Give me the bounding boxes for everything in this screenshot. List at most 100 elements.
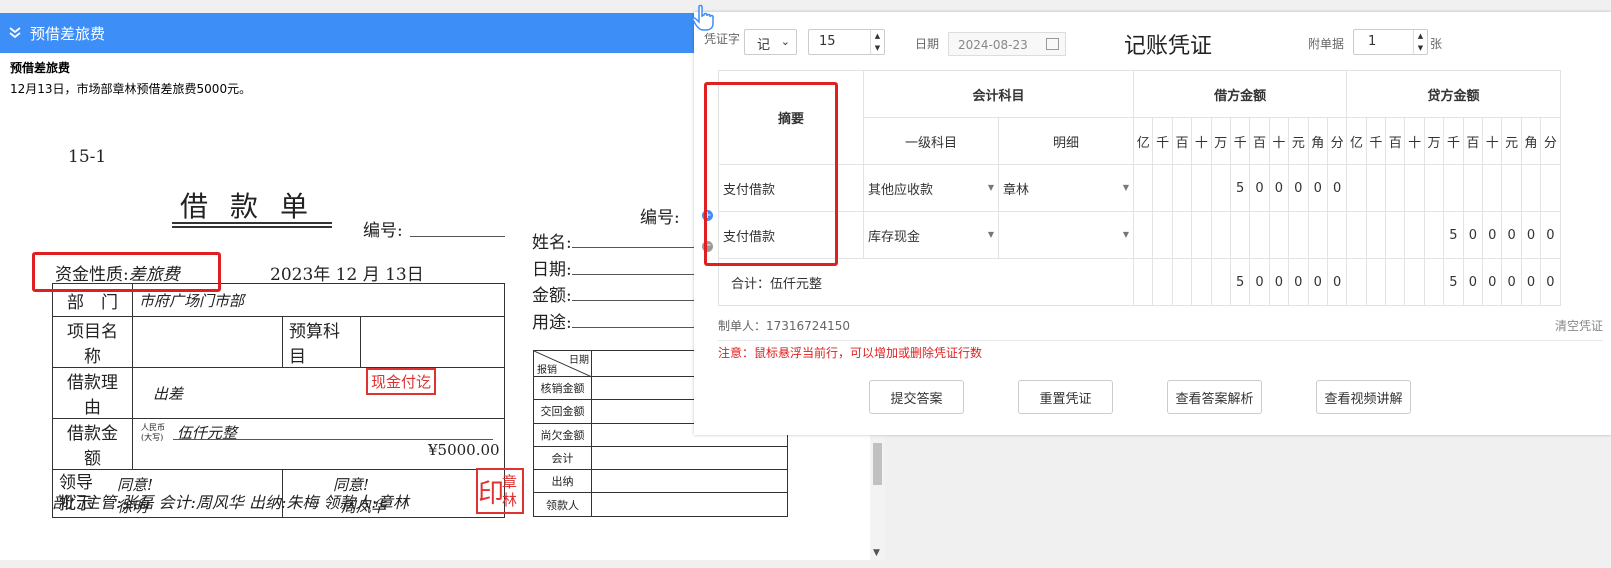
debit-digit-cell[interactable] [1210,211,1231,259]
credit-digit-cell[interactable]: 0 [1462,211,1484,259]
credit-digit-cell[interactable] [1404,164,1425,212]
credit-digit-cell[interactable] [1404,211,1425,259]
total-credit-cell[interactable] [1346,258,1367,306]
debit-digit-cell[interactable] [1191,164,1212,212]
debit-digit-cell[interactable]: 0 [1326,164,1348,212]
credit-digit-cell[interactable] [1462,164,1484,212]
diag-header: 日期 报销 [533,350,592,377]
debit-digit-cell[interactable] [1132,211,1154,259]
credit-digit-cell[interactable] [1385,211,1406,259]
dropdown-arrow-icon[interactable]: ▼ [988,183,994,192]
debit-digit-cell[interactable]: 5 [1229,164,1251,212]
total-debit-cell[interactable]: 0 [1268,258,1290,306]
credit-digit-cell[interactable] [1346,211,1367,259]
total-credit-cell[interactable] [1404,258,1425,306]
credit-digit-cell[interactable] [1482,164,1503,212]
total-debit-cell[interactable]: 0 [1288,258,1309,306]
clear-voucher-link[interactable]: 清空凭证 [1555,317,1603,334]
credit-digit-cell[interactable]: 5 [1443,211,1464,259]
dropdown-arrow-icon[interactable]: ▼ [988,230,994,239]
col-level1: 一级科目 [863,117,999,165]
detail-select[interactable]: 章林 ▼ [998,164,1134,212]
total-debit-cell[interactable] [1132,258,1154,306]
total-credit-cell[interactable]: 0 [1482,258,1503,306]
dropdown-arrow-icon[interactable]: ▼ [1123,183,1129,192]
debit-digit-cell[interactable] [1249,211,1270,259]
total-debit-cell[interactable]: 0 [1326,258,1348,306]
debit-digit-cell[interactable]: 0 [1288,164,1309,212]
voucher-row[interactable]: 支付借款 库存现金 ▼ ▼ 500000 [718,211,1561,259]
debit-digit-cell[interactable] [1171,164,1193,212]
total-credit-cell[interactable] [1385,258,1406,306]
credit-digit-cell[interactable] [1423,211,1445,259]
digit-header: 千 [1443,117,1464,165]
view-video-button[interactable]: 查看视频讲解 [1316,380,1411,414]
total-debit-cell[interactable] [1210,258,1231,306]
view-solution-button[interactable]: 查看答案解析 [1167,380,1262,414]
title-underline [172,222,332,224]
digit-header: 分 [1326,117,1348,165]
date-input[interactable]: 2024-08-23 [948,32,1066,56]
budget-label: 预算科目 [282,316,361,368]
credit-digit-cell[interactable] [1540,164,1561,212]
total-debit-cell[interactable] [1191,258,1212,306]
total-debit-cell[interactable]: 5 [1229,258,1251,306]
total-debit-cell[interactable] [1152,258,1173,306]
debit-digit-cell[interactable] [1210,164,1231,212]
credit-digit-cell[interactable] [1443,164,1464,212]
account-select[interactable]: 库存现金 ▼ [863,211,999,259]
debit-digit-cell[interactable] [1288,211,1309,259]
debit-digit-cell[interactable] [1191,211,1212,259]
total-credit-cell[interactable] [1365,258,1387,306]
scroll-down-icon[interactable]: ▼ [873,548,880,558]
scrollbar-thumb[interactable] [873,443,882,485]
credit-digit-cell[interactable] [1365,211,1387,259]
total-debit-cell[interactable]: 0 [1249,258,1270,306]
debit-digit-cell[interactable] [1171,211,1193,259]
calendar-icon[interactable] [1046,38,1059,50]
total-debit-cell[interactable] [1171,258,1193,306]
signatures-line: 部门主管:张磊 会计:周风华 出纳:朱梅 领款人:章林 [52,493,409,512]
debit-digit-cell[interactable] [1229,211,1251,259]
credit-digit-cell[interactable]: 0 [1501,211,1522,259]
attachment-count-input[interactable]: 1 ▲ ▼ [1353,29,1428,55]
total-debit-cell[interactable]: 0 [1307,258,1328,306]
debit-digit-cell[interactable] [1152,211,1173,259]
credit-digit-cell[interactable]: 0 [1520,211,1542,259]
debit-digit-cell[interactable] [1132,164,1154,212]
dropdown-arrow-icon[interactable]: ▼ [1123,230,1129,239]
debit-digit-cell[interactable]: 0 [1307,164,1328,212]
voucher-number-input[interactable]: 15 ▲ ▼ [808,29,885,55]
credit-digit-cell[interactable] [1346,164,1367,212]
total-credit-cell[interactable]: 0 [1520,258,1542,306]
total-credit-cell[interactable] [1423,258,1445,306]
submit-answer-button[interactable]: 提交答案 [869,380,964,414]
number-stepper[interactable]: ▲ ▼ [870,30,884,54]
credit-digit-cell[interactable] [1520,164,1542,212]
credit-digit-cell[interactable] [1423,164,1445,212]
reset-voucher-button[interactable]: 重置凭证 [1018,380,1113,414]
credit-digit-cell[interactable] [1365,164,1387,212]
detail-select[interactable]: ▼ [998,211,1134,259]
credit-digit-cell[interactable]: 0 [1482,211,1503,259]
voucher-word-select[interactable]: 记 ⌄ [744,29,797,55]
account-select[interactable]: 其他应收款 ▼ [863,164,999,212]
debit-digit-cell[interactable] [1268,211,1290,259]
debit-digit-cell[interactable]: 0 [1249,164,1270,212]
total-credit-cell[interactable]: 0 [1540,258,1561,306]
debit-digit-cell[interactable] [1152,164,1173,212]
attachment-stepper[interactable]: ▲ ▼ [1413,30,1427,54]
field-amount: 金额: [532,283,712,310]
debit-digit-cell[interactable] [1326,211,1348,259]
serial-label-2: 编号: [640,208,680,228]
total-credit-cell[interactable]: 5 [1443,258,1464,306]
debit-digit-cell[interactable] [1307,211,1328,259]
voucher-row[interactable]: 支付借款 其他应收款 ▼ 章林 ▼ 500000 [718,164,1561,212]
collapse-chevron-icon[interactable] [0,26,30,40]
total-credit-cell[interactable]: 0 [1462,258,1484,306]
total-credit-cell[interactable]: 0 [1501,258,1522,306]
credit-digit-cell[interactable] [1385,164,1406,212]
credit-digit-cell[interactable]: 0 [1540,211,1561,259]
debit-digit-cell[interactable]: 0 [1268,164,1290,212]
credit-digit-cell[interactable] [1501,164,1522,212]
